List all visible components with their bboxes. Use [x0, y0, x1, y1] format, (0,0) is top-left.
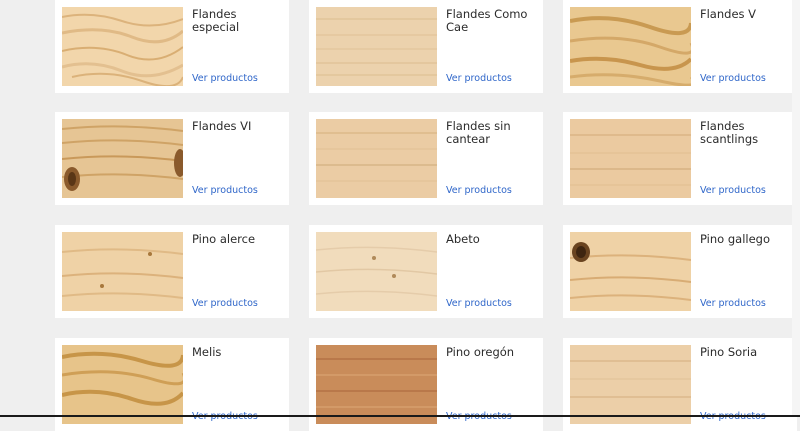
wood-image — [570, 7, 691, 86]
wood-thumbnail[interactable] — [62, 7, 183, 86]
product-title: Flandes VI — [192, 119, 252, 133]
wood-thumbnail[interactable] — [62, 232, 183, 311]
view-products-link[interactable]: Ver productos — [192, 298, 258, 309]
view-products-link[interactable]: Ver productos — [446, 73, 512, 84]
product-title: Pino Soria — [700, 345, 758, 359]
product-card[interactable]: Flandes sin cantear Ver productos — [309, 112, 543, 205]
product-card[interactable]: Pino Soria Ver productos — [563, 338, 797, 431]
product-card[interactable]: Pino gallego Ver productos — [563, 225, 797, 318]
wood-thumbnail[interactable] — [316, 232, 437, 311]
view-products-link[interactable]: Ver productos — [700, 73, 766, 84]
product-card[interactable]: Flandes especial Ver productos — [55, 0, 289, 93]
wood-thumbnail[interactable] — [570, 232, 691, 311]
wood-image — [62, 119, 183, 198]
product-title: Flandes scantlings — [700, 119, 759, 146]
view-products-link[interactable]: Ver productos — [446, 185, 512, 196]
view-products-link[interactable]: Ver productos — [192, 73, 258, 84]
wood-image — [570, 119, 691, 198]
wood-image — [570, 232, 691, 311]
wood-image — [316, 232, 437, 311]
product-card[interactable]: Pino oregón Ver productos — [309, 338, 543, 431]
wood-image — [62, 232, 183, 311]
wood-image — [62, 345, 183, 424]
wood-thumbnail[interactable] — [62, 345, 183, 424]
wood-thumbnail[interactable] — [570, 345, 691, 424]
product-card[interactable]: Pino alerce Ver productos — [55, 225, 289, 318]
wood-thumbnail[interactable] — [316, 345, 437, 424]
view-products-link[interactable]: Ver productos — [700, 185, 766, 196]
product-title: Pino alerce — [192, 232, 256, 246]
view-products-link[interactable]: Ver productos — [700, 298, 766, 309]
product-title: Melis — [192, 345, 222, 359]
product-title: Flandes especial — [192, 7, 240, 34]
product-card[interactable]: Flandes VI Ver productos — [55, 112, 289, 205]
wood-thumbnail[interactable] — [316, 7, 437, 86]
product-card[interactable]: Flandes Como Cae Ver productos — [309, 0, 543, 93]
wood-image — [316, 345, 437, 424]
vertical-scrollbar[interactable] — [792, 0, 800, 417]
product-card[interactable]: Flandes scantlings Ver productos — [563, 112, 797, 205]
wood-thumbnail[interactable] — [316, 119, 437, 198]
product-card[interactable]: Abeto Ver productos — [309, 225, 543, 318]
product-title: Abeto — [446, 232, 480, 246]
wood-image — [570, 345, 691, 424]
wood-image — [316, 7, 437, 86]
wood-image — [62, 7, 183, 86]
product-title: Pino gallego — [700, 232, 771, 246]
product-title: Flandes Como Cae — [446, 7, 528, 34]
product-title: Pino oregón — [446, 345, 515, 359]
product-title: Flandes sin cantear — [446, 119, 511, 146]
view-products-link[interactable]: Ver productos — [192, 185, 258, 196]
wood-thumbnail[interactable] — [570, 7, 691, 86]
wood-thumbnail[interactable] — [62, 119, 183, 198]
product-card[interactable]: Melis Ver productos — [55, 338, 289, 431]
wood-image — [316, 119, 437, 198]
view-products-link[interactable]: Ver productos — [446, 298, 512, 309]
product-title: Flandes V — [700, 7, 757, 21]
product-card[interactable]: Flandes V Ver productos — [563, 0, 797, 93]
wood-thumbnail[interactable] — [570, 119, 691, 198]
